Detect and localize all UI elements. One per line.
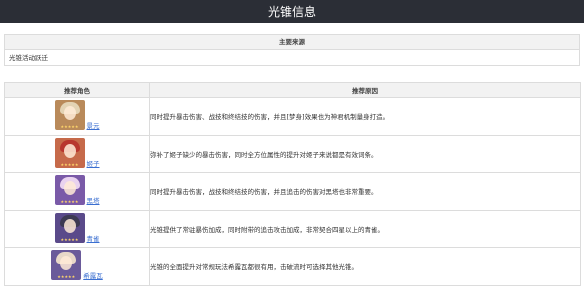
role-wrap: ★★★★★ 黑塔 — [54, 175, 100, 206]
character-portrait[interactable]: ★★★★★ — [51, 250, 82, 281]
role-cell: ★★★★★ 姬子 — [4, 134, 150, 173]
page-title-bar: 光锥信息 — [0, 0, 584, 23]
role-wrap: ★★★★★ 希露瓦 — [51, 250, 103, 281]
reason-cell: 光锥提供了常驻暴伤加成，同时附带的追击攻击加成，非常契合四星以上的青雀。 — [149, 209, 581, 248]
recommend-header-row: 推荐角色 推荐原因 — [4, 82, 581, 98]
reason-cell: 同时提升暴击伤害，战技和终结技的伤害，并且追击的伤害对黑塔也非常重要。 — [149, 172, 581, 211]
portrait-face — [63, 106, 76, 121]
character-portrait[interactable]: ★★★★★ — [54, 137, 85, 168]
col-header-reason: 推荐原因 — [149, 82, 581, 98]
main-source-value: 光锥活动跃迁 — [9, 54, 48, 62]
character-portrait[interactable]: ★★★★★ — [54, 100, 85, 131]
star-rating-icon: ★★★★★ — [60, 236, 79, 242]
role-wrap: ★★★★★ 姬子 — [54, 137, 100, 168]
portrait-face — [63, 181, 76, 196]
portrait-face — [60, 256, 73, 271]
role-name-link[interactable]: 黑塔 — [87, 197, 100, 205]
reason-cell: 光锥的全面提升对常规玩法希露瓦都很有用，击破流时可选择其他光锥。 — [149, 247, 581, 286]
role-wrap: ★★★★★ 青雀 — [54, 212, 100, 243]
star-rating-icon: ★★★★★ — [57, 274, 76, 280]
table-row: ★★★★★ 希露瓦 光锥的全面提升对常规玩法希露瓦都很有用，击破流时可选择其他光锥。 — [4, 247, 581, 286]
star-rating-icon: ★★★★★ — [60, 199, 79, 205]
role-name-link[interactable]: 景元 — [87, 122, 100, 130]
table-row: ★★★★★ 姬子 弥补了姬子缺少的暴击伤害，同时全方位属性的提升对姬子来说都是有效词… — [4, 134, 581, 173]
role-cell: ★★★★★ 青雀 — [4, 209, 150, 248]
table-row: ★★★★★ 青雀 光锥提供了常驻暴伤加成，同时附带的追击攻击加成，非常契合四星以上的… — [4, 209, 581, 248]
role-name-link[interactable]: 希露瓦 — [83, 272, 103, 280]
col-header-role: 推荐角色 — [4, 82, 150, 98]
reason-cell: 弥补了姬子缺少的暴击伤害，同时全方位属性的提升对姬子来说都是有效词条。 — [149, 134, 581, 173]
portrait-face — [63, 218, 76, 233]
role-name-link[interactable]: 姬子 — [87, 160, 100, 168]
page-title: 光锥信息 — [267, 5, 316, 19]
role-cell: ★★★★★ 黑塔 — [4, 172, 150, 211]
table-row: ★★★★★ 景元 同时提升暴击伤害、战技和终结技的伤害，并且[梦身]效果也为神君机制… — [4, 97, 581, 136]
character-portrait[interactable]: ★★★★★ — [54, 175, 85, 206]
role-name-link[interactable]: 青雀 — [87, 235, 100, 243]
character-portrait[interactable]: ★★★★★ — [54, 212, 85, 243]
star-rating-icon: ★★★★★ — [60, 161, 79, 167]
role-cell: ★★★★★ 景元 — [4, 97, 150, 136]
portrait-face — [63, 143, 76, 158]
star-rating-icon: ★★★★★ — [60, 124, 79, 130]
main-source-header: 主要来源 — [5, 35, 579, 50]
main-source-section: 主要来源 光锥活动跃迁 — [4, 34, 580, 66]
reason-cell: 同时提升暴击伤害、战技和终结技的伤害，并且[梦身]效果也为神君机制量身打造。 — [149, 97, 581, 136]
role-cell: ★★★★★ 希露瓦 — [4, 247, 150, 286]
role-wrap: ★★★★★ 景元 — [54, 100, 100, 131]
table-row: ★★★★★ 黑塔 同时提升暴击伤害，战技和终结技的伤害，并且追击的伤害对黑塔也非常重… — [4, 172, 581, 211]
recommend-table: 推荐角色 推荐原因 ★★★★★ 景元 同时提升暴击伤害、战技和终结技的伤害，并且[梦… — [4, 82, 581, 286]
